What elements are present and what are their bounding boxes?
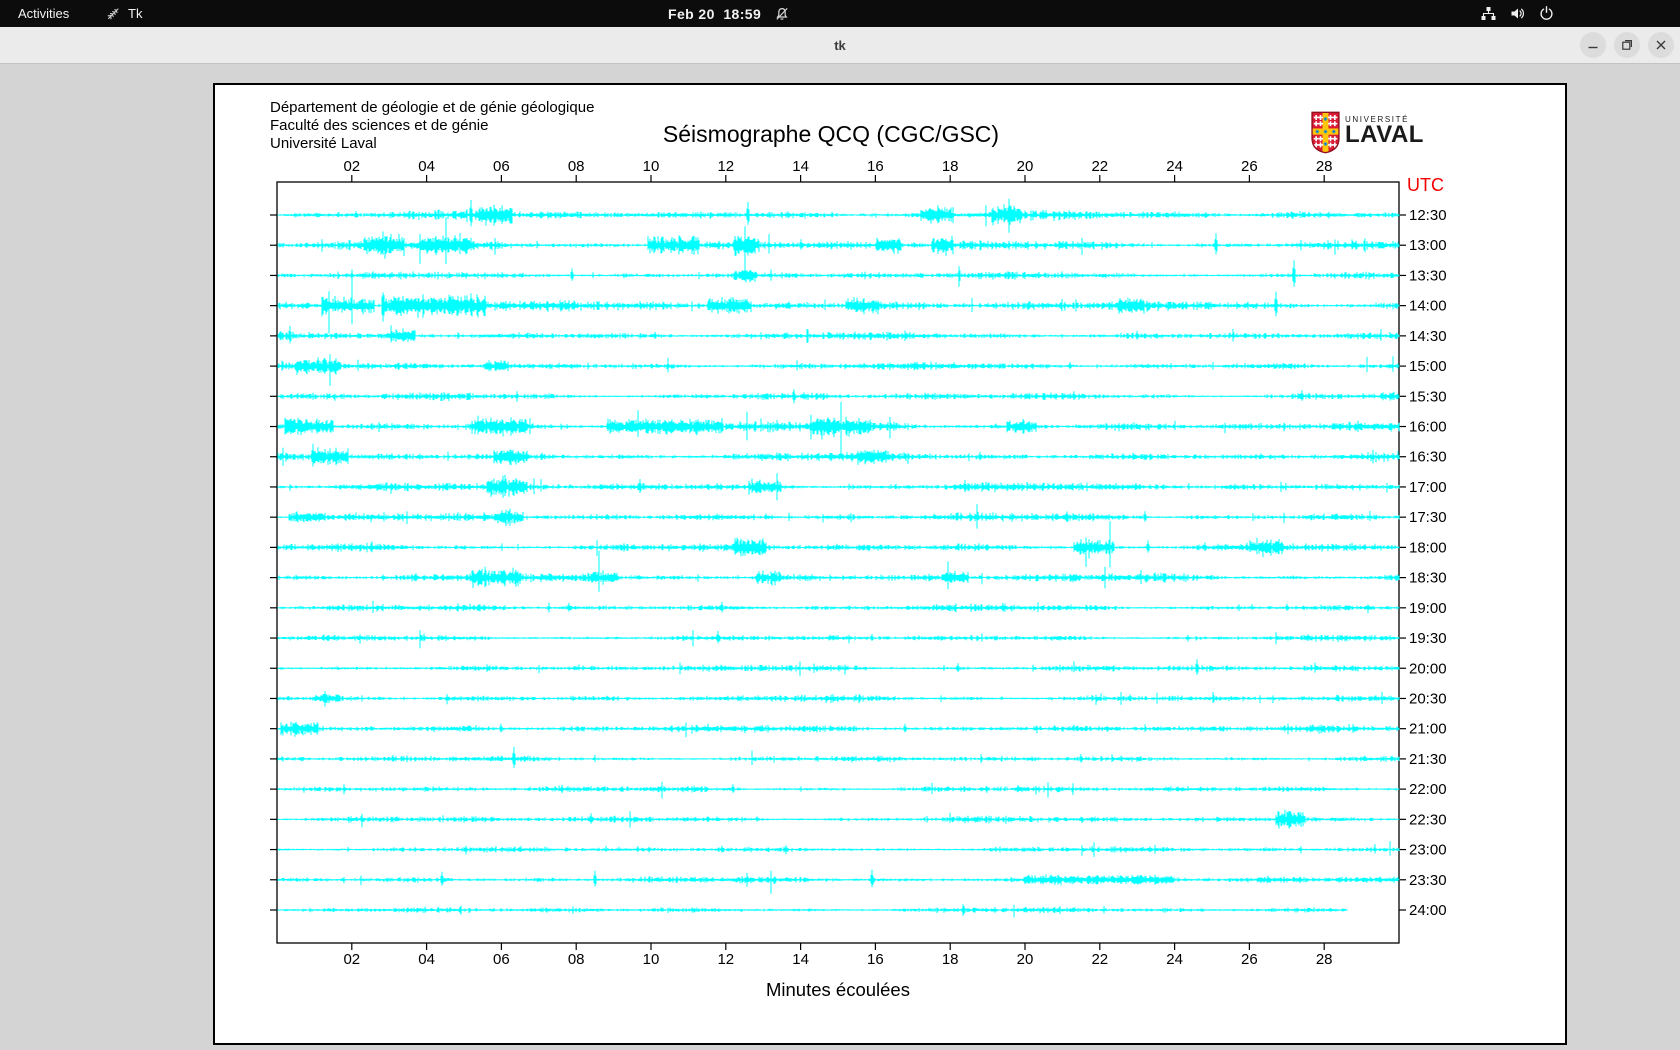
trace-time-label: 20:30 <box>1409 690 1447 707</box>
trace-time-label: 23:00 <box>1409 842 1447 859</box>
x-tick-label-top: 14 <box>792 158 809 175</box>
clock-label: Feb 20 18:59 <box>668 5 762 22</box>
x-tick-label-top: 16 <box>867 158 884 175</box>
seismo-trace-22:00 <box>277 781 1400 799</box>
x-tick-label-top: 24 <box>1166 158 1183 175</box>
trace-time-label: 16:30 <box>1409 449 1447 466</box>
trace-time-label: 18:00 <box>1409 539 1447 556</box>
trace-time-label: 21:30 <box>1409 751 1447 768</box>
x-tick-label-top: 26 <box>1241 158 1258 175</box>
seismo-trace-23:30 <box>277 869 1400 894</box>
trace-time-label: 21:00 <box>1409 721 1447 738</box>
trace-time-label: 15:30 <box>1409 388 1447 405</box>
trace-time-label: 19:30 <box>1409 630 1447 647</box>
plot-frame <box>276 181 1400 944</box>
x-tick-label-bottom: 14 <box>792 951 809 968</box>
seismo-trace-17:30 <box>277 504 1400 529</box>
x-tick-label-top: 22 <box>1091 158 1108 175</box>
x-tick-label-bottom: 04 <box>418 951 435 968</box>
maximize-button[interactable] <box>1614 32 1640 58</box>
x-tick-label-bottom: 06 <box>493 951 510 968</box>
activities-button[interactable]: Activities <box>18 0 69 27</box>
x-tick-label-bottom: 10 <box>643 951 660 968</box>
volume-icon <box>1509 5 1526 22</box>
seismo-trace-20:30 <box>277 691 1400 707</box>
seismo-trace-19:00 <box>277 600 1400 614</box>
x-tick-label-top: 02 <box>343 158 360 175</box>
seismo-trace-21:30 <box>277 746 1400 768</box>
x-tick-label-bottom: 22 <box>1091 951 1108 968</box>
x-tick-label-top: 18 <box>942 158 959 175</box>
seismo-trace-18:30 <box>277 550 1400 592</box>
tk-feather-icon <box>106 6 121 21</box>
seismo-trace-13:00 <box>277 217 1400 279</box>
seismo-trace-24:00 <box>277 904 1348 918</box>
utc-label: UTC <box>1407 175 1444 195</box>
seismo-trace-21:00 <box>277 721 1400 738</box>
seismo-trace-20:00 <box>277 659 1400 677</box>
seismo-trace-19:30 <box>277 630 1400 649</box>
seismo-trace-16:30 <box>277 443 1400 467</box>
trace-time-label: 14:30 <box>1409 328 1447 345</box>
trace-time-label: 12:30 <box>1409 207 1447 224</box>
app-menu-label: Tk <box>128 6 143 21</box>
trace-time-label: 18:30 <box>1409 570 1447 587</box>
x-tick-label-bottom: 28 <box>1316 951 1333 968</box>
notifications-disabled-icon <box>774 6 790 22</box>
seismo-trace-14:30 <box>277 325 1400 344</box>
x-tick-label-bottom: 12 <box>717 951 734 968</box>
x-tick-label-top: 06 <box>493 158 510 175</box>
x-tick-label-top: 10 <box>643 158 660 175</box>
x-tick-label-top: 04 <box>418 158 435 175</box>
minimize-button[interactable] <box>1580 32 1606 58</box>
x-tick-label-top: 12 <box>717 158 734 175</box>
seismo-trace-15:30 <box>277 389 1400 404</box>
trace-time-label: 22:00 <box>1409 781 1447 798</box>
x-tick-label-bottom: 26 <box>1241 951 1258 968</box>
seismo-trace-18:00 <box>277 521 1400 568</box>
x-axis-title: Minutes écoulées <box>766 979 910 1000</box>
seismo-trace-16:00 <box>277 401 1400 455</box>
trace-time-label: 23:30 <box>1409 872 1447 889</box>
x-tick-label-top: 08 <box>568 158 585 175</box>
seismo-trace-22:30 <box>277 809 1400 829</box>
trace-time-label: 14:00 <box>1409 298 1447 315</box>
network-icon <box>1480 5 1497 22</box>
close-button[interactable] <box>1648 32 1674 58</box>
trace-time-label: 19:00 <box>1409 600 1447 617</box>
seismo-trace-13:30 <box>277 260 1400 287</box>
trace-time-label: 17:30 <box>1409 509 1447 526</box>
x-tick-label-bottom: 16 <box>867 951 884 968</box>
x-tick-label-bottom: 18 <box>942 951 959 968</box>
window-title: tk <box>834 37 846 53</box>
trace-time-label: 13:00 <box>1409 237 1447 254</box>
clock-menu[interactable]: Feb 20 18:59 <box>668 0 790 27</box>
trace-time-label: 13:30 <box>1409 267 1447 284</box>
seismo-trace-14:00 <box>277 269 1400 334</box>
x-tick-label-bottom: 02 <box>343 951 360 968</box>
trace-time-label: 20:00 <box>1409 660 1447 677</box>
power-icon <box>1538 5 1555 22</box>
system-status-area[interactable] <box>1480 0 1555 27</box>
seismograph-plot: 02 02 04 04 06 06 08 08 10 10 12 12 14 14 16 16 18 18 20 20… <box>270 158 1447 1000</box>
seismo-trace-17:00 <box>277 473 1400 501</box>
seismo-trace-15:00 <box>277 354 1400 386</box>
seismo-trace-23:00 <box>277 841 1400 857</box>
app-menu-tk[interactable]: Tk <box>106 0 142 27</box>
x-tick-label-top: 20 <box>1017 158 1034 175</box>
x-tick-label-bottom: 08 <box>568 951 585 968</box>
trace-time-label: 17:00 <box>1409 479 1447 496</box>
trace-time-label: 22:30 <box>1409 811 1447 828</box>
x-tick-label-bottom: 20 <box>1017 951 1034 968</box>
activities-label: Activities <box>18 6 70 21</box>
seismograph-canvas: Département de géologie et de génie géol… <box>213 83 1567 1045</box>
gnome-top-bar: Activities Tk Feb 20 18:59 <box>0 0 1680 27</box>
trace-time-label: 24:00 <box>1409 902 1447 919</box>
trace-time-label: 15:00 <box>1409 358 1447 375</box>
trace-time-label: 16:00 <box>1409 419 1447 436</box>
window-titlebar[interactable]: tk <box>0 27 1680 64</box>
x-tick-label-bottom: 24 <box>1166 951 1183 968</box>
x-tick-label-top: 28 <box>1316 158 1333 175</box>
